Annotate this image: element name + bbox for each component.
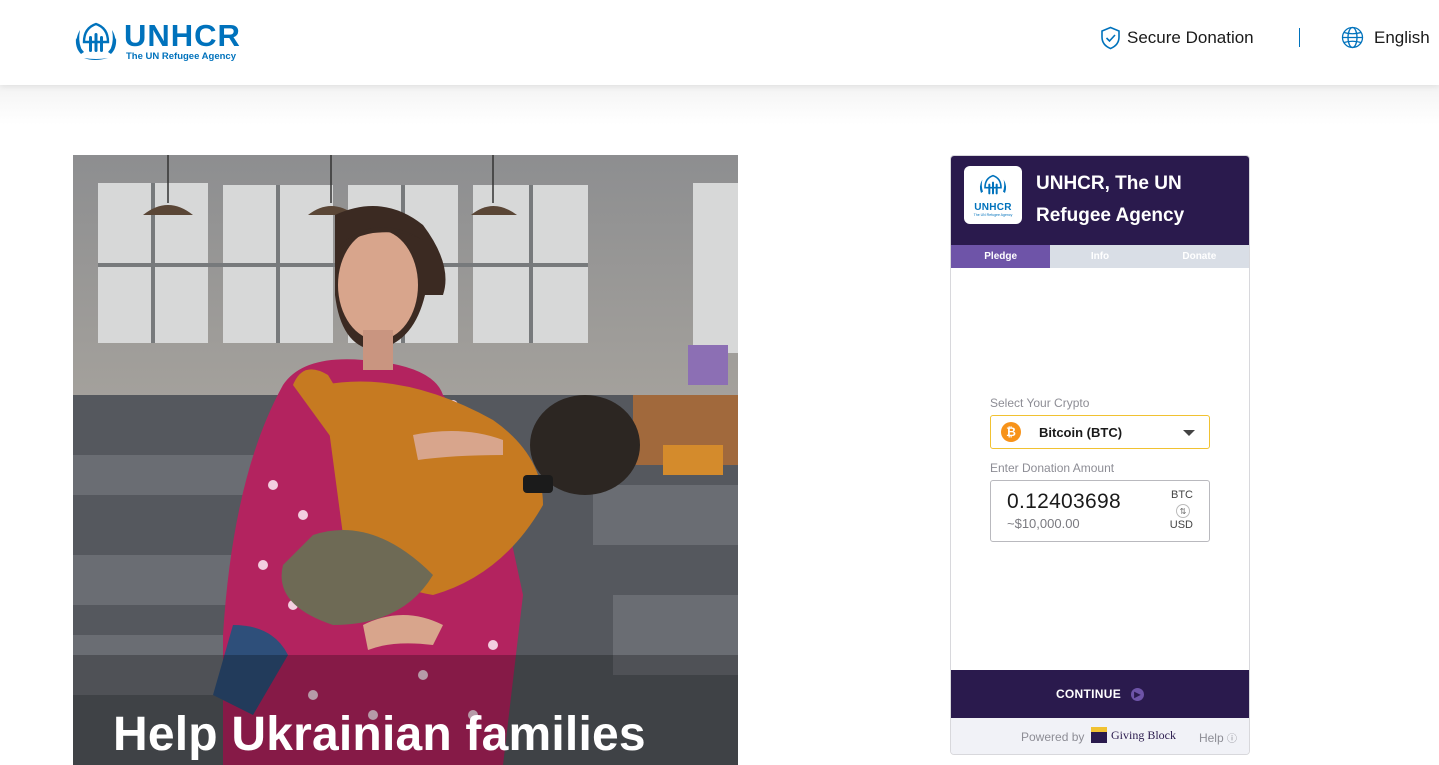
logo-wordmark: UNHCR [124,17,241,53]
tab-pledge[interactable]: Pledge [951,245,1051,268]
help-link[interactable]: Help ⓘ [1199,730,1237,745]
widget-logo: UNHCR The UN Refugee Agency [964,166,1022,224]
unhcr-emblem-icon [75,22,117,60]
header-divider [1299,28,1300,47]
widget-footer: Powered by Giving Block Help ⓘ [951,718,1249,754]
bitcoin-icon: ₿ [1001,422,1021,442]
logo-text: UNHCR The UN Refugee Agency [124,17,241,62]
giving-block-brand: Giving Block [1111,727,1176,742]
currency-primary: BTC [1171,489,1193,501]
secure-donation-label: Secure Donation [1127,28,1254,47]
language-selector[interactable]: English [1341,26,1430,49]
swap-arrows-icon[interactable]: ⇅ [1176,504,1190,518]
unhcr-emblem-icon [979,174,1007,195]
hero-image: Help Ukrainian families [73,155,738,765]
select-crypto-label: Select Your Crypto [990,396,1090,410]
donation-amount-input[interactable]: 0.12403698 ~$10,000.00 BTC ⇅ USD [990,480,1210,542]
continue-button[interactable]: CONTINUE ▶ [951,670,1249,718]
widget-tabs: Pledge Info Donate [951,245,1249,268]
widget-header: UNHCR The UN Refugee Agency UNHCR, The U… [951,156,1249,245]
hero-photo-illustration [73,155,738,765]
hero-title: Help Ukrainian families [113,708,646,761]
shield-check-icon [1101,26,1120,50]
help-label: Help [1198,731,1224,745]
tab-info[interactable]: Info [1050,245,1149,268]
amount-usd-equivalent: ~$10,000.00 [1007,516,1080,531]
secure-donation: Secure Donation [1100,26,1254,50]
logo-subtitle: The UN Refugee Agency [126,50,236,62]
help-circle-icon: ⓘ [1227,734,1237,745]
site-header: UNHCR The UN Refugee Agency Secure Donat… [0,0,1439,85]
crypto-select[interactable]: ₿ Bitcoin (BTC) [990,415,1210,449]
amount-value: 0.12403698 [1007,490,1121,513]
tab-donate[interactable]: Donate [1150,245,1249,268]
arrow-right-circle-icon: ▶ [1131,687,1145,701]
widget-logo-word: UNHCR [974,202,1012,213]
widget-body: Select Your Crypto ₿ Bitcoin (BTC) Enter… [951,268,1249,671]
unhcr-logo[interactable]: UNHCR The UN Refugee Agency [72,20,241,62]
widget-title: UNHCR, The UN Refugee Agency [1036,173,1185,226]
giving-block-cube-icon [1091,727,1107,743]
continue-label: CONTINUE [1055,687,1122,701]
powered-by-label: Powered by [1021,730,1085,744]
globe-icon [1341,26,1364,49]
giving-block-logo[interactable]: Giving Block [1091,727,1176,743]
header-shadow-band [0,85,1439,125]
currency-secondary: USD [1169,519,1193,531]
donation-amount-label: Enter Donation Amount [990,461,1115,475]
caret-down-icon [1183,430,1195,436]
widget-logo-sub: The UN Refugee Agency [973,213,1013,217]
language-label: English [1374,27,1430,47]
selected-crypto: Bitcoin (BTC) [1039,424,1123,440]
donation-widget: UNHCR The UN Refugee Agency UNHCR, The U… [950,155,1250,755]
